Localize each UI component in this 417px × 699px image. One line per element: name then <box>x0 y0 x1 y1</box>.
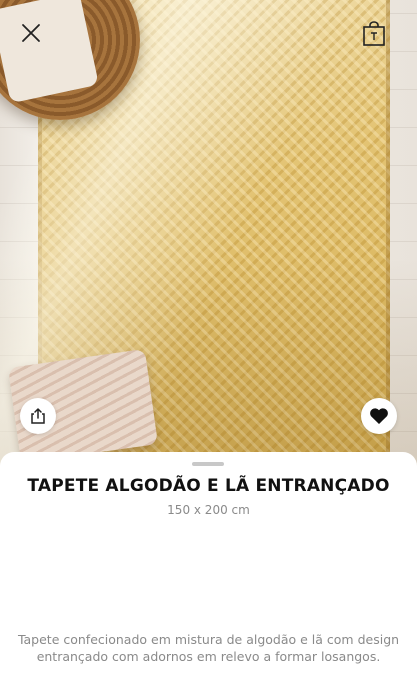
product-title: TAPETE ALGODÃO E LÃ ENTRANÇADO <box>27 476 390 496</box>
close-icon <box>22 24 40 42</box>
product-image <box>0 0 417 470</box>
product-description: Tapete confecionado em mistura de algodã… <box>17 632 400 664</box>
product-details-sheet: TAPETE ALGODÃO E LÃ ENTRANÇADO 150 x 200… <box>0 452 417 699</box>
share-button[interactable] <box>20 398 56 434</box>
close-button[interactable] <box>16 18 46 48</box>
product-size: 150 x 200 cm <box>167 503 250 517</box>
favorite-button[interactable] <box>361 398 397 434</box>
shopping-bag-icon <box>363 21 385 46</box>
heart-icon <box>370 408 388 424</box>
sheet-drag-handle[interactable] <box>192 462 224 466</box>
shopping-bag-button[interactable] <box>358 18 390 50</box>
share-icon <box>31 408 45 424</box>
